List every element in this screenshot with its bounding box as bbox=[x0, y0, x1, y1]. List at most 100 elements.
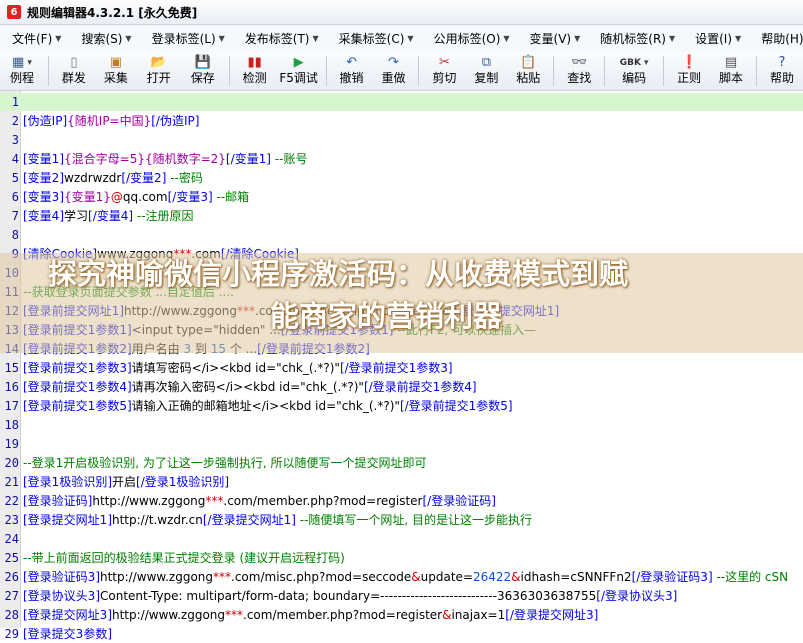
menu-item-4[interactable]: 采集标签(C) ▼ bbox=[327, 30, 422, 47]
code-line[interactable]: 18 bbox=[0, 416, 803, 434]
menu-item-5[interactable]: 公用标签(O) ▼ bbox=[422, 30, 518, 47]
code-text: [变量3]{变量1}@qq.com[/变量3] --邮箱 bbox=[23, 188, 249, 206]
menu-item-8[interactable]: 设置(I) ▼ bbox=[683, 30, 749, 47]
code-text: [登录前提交1参数4]请再次输入密码</i><kbd id="chk_(.*?)… bbox=[23, 378, 477, 396]
code-token: @ bbox=[110, 190, 123, 204]
toolbar-button-label: 编码 bbox=[622, 71, 647, 85]
code-line[interactable]: 2 [伪造IP]{随机IP=中国}[/伪造IP] bbox=[0, 112, 803, 130]
toolbar-button-label: F5调试 bbox=[279, 71, 318, 85]
code-line[interactable]: 8 bbox=[0, 226, 803, 244]
toolbar-button-1[interactable]: ▯ 群发 bbox=[53, 52, 95, 87]
toolbar-icon-glyph: ? bbox=[778, 55, 786, 70]
code-line[interactable]: 7 [变量4]学习[/变量4] --注册原因 bbox=[0, 207, 803, 225]
toolbar-button-15[interactable]: ▤ 脚本 bbox=[710, 52, 752, 87]
dropdown-arrow-icon: ▾ bbox=[644, 58, 649, 68]
code-line[interactable]: 28 [登录提交网址3]http://www.zggong***.com/memb… bbox=[0, 606, 803, 624]
menu-item-9[interactable]: 帮助(H)▼ bbox=[749, 30, 803, 47]
menu-item-2[interactable]: 登录标签(L) ▼ bbox=[140, 30, 233, 47]
code-token: [变量1] bbox=[23, 152, 64, 166]
menu-item-7[interactable]: 随机标签(R) ▼ bbox=[588, 30, 683, 47]
toolbar-button-3[interactable]: 📂 打开 bbox=[137, 52, 181, 87]
code-line[interactable]: 6 [变量3]{变量1}@qq.com[/变量3] --邮箱 bbox=[0, 188, 803, 206]
code-editor[interactable]: 1 2 [伪造IP]{随机IP=中国}[/伪造IP] 3 4 [变量1]{混合字母=5}{… bbox=[0, 91, 803, 641]
overlay-title-line2: 能商家的营销利器 bbox=[270, 299, 503, 333]
code-token: [/登录前提交1参数3] bbox=[339, 361, 453, 375]
menu-item-1[interactable]: 搜索(S) ▼ bbox=[69, 30, 139, 47]
code-token: [登录前提交1参数3] bbox=[23, 361, 132, 375]
toolbar-separator bbox=[663, 56, 665, 86]
redo-icon: ↷ bbox=[388, 55, 399, 71]
code-text: [登录1极验识别]开启[/登录1极验识别] bbox=[23, 473, 229, 491]
code-token: *** bbox=[213, 570, 232, 584]
line-number: 7 bbox=[11, 209, 19, 223]
binoculars-icon: 👓 bbox=[571, 55, 587, 71]
code-line[interactable]: 16 [登录前提交1参数4]请再次输入密码</i><kbd id="chk_(.*… bbox=[0, 378, 803, 396]
toolbar-button-0[interactable]: ▦ ▾ 例程 bbox=[0, 52, 44, 87]
menu-item-6[interactable]: 变量(V) ▼ bbox=[518, 30, 589, 47]
toolbar-button-12[interactable]: 👓 查找 bbox=[558, 52, 600, 87]
code-token: --随便填写一个网址, 目的是让这一步能执行 bbox=[295, 513, 533, 527]
code-line[interactable]: 5 [变量2]wzdrwzdr[/变量2] --密码 bbox=[0, 169, 803, 187]
code-token: idhash=cSNNFFn2 bbox=[520, 570, 632, 584]
code-line[interactable]: 22 [登录验证码]http://www.zggong***.com/member… bbox=[0, 492, 803, 510]
code-token: [/变量2] bbox=[121, 171, 167, 185]
code-text: --带上前面返回的极验结果正式提交登录 (建议开启远程打码) bbox=[23, 549, 345, 567]
toolbar-separator bbox=[47, 56, 49, 86]
code-token: Content-Type: multipart/form-data; bound… bbox=[100, 589, 597, 603]
code-line[interactable]: 15 [登录前提交1参数3]请填写密码</i><kbd id="chk_(.*?)… bbox=[0, 359, 803, 377]
current-line[interactable]: 1 bbox=[0, 93, 803, 111]
code-text: [登录验证码]http://www.zggong***.com/member.p… bbox=[23, 492, 496, 510]
toolbar-button-5[interactable]: ▮▮ 检测 bbox=[234, 52, 276, 87]
code-token: [登录提交3参数] bbox=[23, 627, 112, 641]
code-line[interactable]: 3 bbox=[0, 131, 803, 149]
code-token: [变量3] bbox=[23, 190, 64, 204]
menu-item-3[interactable]: 发布标签(T) ▼ bbox=[233, 30, 327, 47]
toolbar-button-label: 例程 bbox=[9, 71, 34, 85]
toolbar-button-7[interactable]: ↶ 撤销 bbox=[331, 52, 373, 87]
toolbar-button-10[interactable]: ⧉ 复制 bbox=[465, 52, 507, 87]
menu-item-0[interactable]: 文件(F) ▼ bbox=[0, 30, 69, 47]
code-line[interactable]: 21 [登录1极验识别]开启[/登录1极验识别] bbox=[0, 473, 803, 491]
code-line[interactable]: 25 --带上前面返回的极验结果正式提交登录 (建议开启远程打码) bbox=[0, 549, 803, 567]
line-number: 15 bbox=[4, 361, 19, 375]
toolbar-button-label: 打开 bbox=[146, 71, 171, 85]
code-token: .com/member.php?mod=register bbox=[223, 494, 423, 508]
code-line[interactable]: 20 --登录1开启极验识别, 为了让这一步强制执行, 所以随便写一个提交网址即可 bbox=[0, 454, 803, 472]
code-line[interactable]: 27 [登录协议头3]Content-Type: multipart/form-d… bbox=[0, 587, 803, 605]
code-token: --这里的 cSN bbox=[712, 570, 789, 584]
code-token: update= bbox=[420, 570, 473, 584]
code-line[interactable]: 17 [登录前提交1参数5]请输入正确的邮箱地址</i><kbd id="chk_… bbox=[0, 397, 803, 415]
code-token: {随机IP=中国} bbox=[67, 114, 152, 128]
toolbar-button-14[interactable]: ❗ 正则 bbox=[668, 52, 710, 87]
toolbar-button-8[interactable]: ↷ 重做 bbox=[373, 52, 415, 87]
toolbar-button-4[interactable]: 💾 保存 bbox=[181, 52, 225, 87]
code-token: [登录验证码3] bbox=[23, 570, 100, 584]
code-line[interactable]: 26 [登录验证码3]http://www.zggong***.com/misc.… bbox=[0, 568, 803, 586]
toolbar-button-16[interactable]: ? 帮助 bbox=[761, 52, 803, 87]
toolbar-icon-glyph: ▦ bbox=[12, 55, 25, 70]
code-line[interactable]: 23 [登录提交网址1]http://t.wzdr.cn[/登录提交网址1] --… bbox=[0, 511, 803, 529]
code-token: http://www.zggong bbox=[92, 494, 206, 508]
code-token: {变量1} bbox=[64, 190, 111, 204]
code-token: [/变量4] bbox=[88, 209, 134, 223]
code-line[interactable]: 4 [变量1]{混合字母=5}{随机数字=2}[/变量1] --账号 bbox=[0, 150, 803, 168]
toolbar-button-11[interactable]: 📋 粘贴 bbox=[507, 52, 549, 87]
toolbar-icon-glyph: ▣ bbox=[109, 55, 122, 70]
line-number: 19 bbox=[4, 437, 19, 451]
menu-item-label: 设置(I) bbox=[695, 32, 733, 46]
toolbar-button-13[interactable]: GBK ▾ 编码 bbox=[609, 52, 659, 87]
code-token: --账号 bbox=[270, 152, 308, 166]
cut-icon: ✂ bbox=[439, 55, 450, 71]
toolbar-button-6[interactable]: ▶ F5调试 bbox=[276, 52, 322, 87]
toolbar-button-2[interactable]: ▣ 采集 bbox=[95, 52, 137, 87]
toolbar-button-9[interactable]: ✂ 剪切 bbox=[423, 52, 465, 87]
code-line[interactable]: 19 bbox=[0, 435, 803, 453]
toolbar-icon-glyph: ▮▮ bbox=[247, 55, 262, 70]
chevron-down-icon: ▼ bbox=[574, 34, 581, 43]
code-token: [/变量1] bbox=[225, 152, 271, 166]
toolbar-button-label: 查找 bbox=[567, 71, 592, 85]
code-line[interactable]: 24 bbox=[0, 530, 803, 548]
toolbar-icon-glyph: ▶ bbox=[293, 55, 304, 70]
app-logo-icon: 6 bbox=[7, 5, 21, 19]
code-token: qq.com bbox=[122, 190, 168, 204]
